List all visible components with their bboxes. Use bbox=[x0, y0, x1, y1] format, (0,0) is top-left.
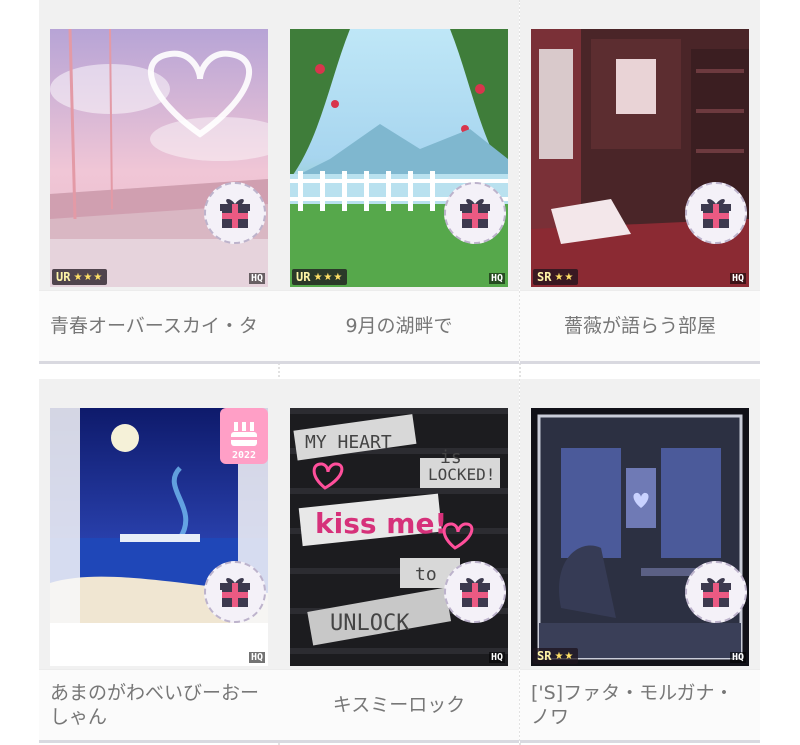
item-card[interactable]: UR ★★★ HQ 9月の湖畔で bbox=[279, 0, 519, 364]
item-thumbnail-frame: 2022 HQ bbox=[39, 379, 279, 669]
item-name: キスミーロック bbox=[279, 669, 519, 743]
item-thumbnail-frame: MY HEART is LOCKED! kiss me! to UNLOCK H… bbox=[279, 379, 519, 669]
heart-note-text: kiss me! bbox=[315, 507, 447, 540]
item-thumbnail: SR ★★ HQ bbox=[531, 29, 749, 287]
item-name: 青春オーバースカイ・タ bbox=[39, 290, 279, 364]
item-name: 薔薇が語らう部屋 bbox=[520, 290, 760, 364]
gift-icon[interactable] bbox=[685, 182, 747, 244]
hq-badge: HQ bbox=[729, 273, 746, 284]
item-card[interactable]: MY HEART is LOCKED! kiss me! to UNLOCK H… bbox=[279, 379, 519, 743]
heart-note-text: UNLOCK bbox=[330, 611, 410, 636]
rarity-badge: UR ★★★ bbox=[292, 269, 348, 285]
item-name: あまのがわべいびーおーしゃん bbox=[39, 669, 279, 743]
gift-icon[interactable] bbox=[204, 561, 266, 623]
item-thumbnail: UR ★★★ HQ bbox=[50, 29, 268, 287]
heart-note-text: LOCKED! bbox=[428, 465, 495, 484]
hq-badge: HQ bbox=[488, 652, 505, 663]
gift-icon[interactable] bbox=[204, 182, 266, 244]
item-card[interactable]: 2022 HQ あまのがわべいびーおーしゃん bbox=[39, 379, 279, 743]
event-2022-badge: 2022 bbox=[220, 408, 268, 464]
hq-badge: HQ bbox=[248, 273, 265, 284]
heart-note-text: MY HEART bbox=[305, 432, 392, 453]
item-thumbnail: UR ★★★ HQ bbox=[290, 29, 508, 287]
item-thumbnail: 2022 HQ bbox=[50, 408, 268, 666]
gift-icon[interactable] bbox=[685, 561, 747, 623]
item-card[interactable]: SR ★★ HQ ['S]ファタ・モルガナ・ノワ bbox=[520, 379, 760, 743]
hq-badge: HQ bbox=[248, 652, 265, 663]
rarity-badge: UR ★★★ bbox=[52, 269, 108, 285]
item-thumbnail-frame: SR ★★ HQ bbox=[520, 0, 760, 290]
item-thumbnail-frame: UR ★★★ HQ bbox=[39, 0, 279, 290]
gift-icon[interactable] bbox=[444, 561, 506, 623]
heart-note-text: to bbox=[415, 564, 437, 585]
rarity-badge: SR ★★ bbox=[533, 648, 579, 664]
item-thumbnail-frame: UR ★★★ HQ bbox=[279, 0, 519, 290]
item-thumbnail-frame: SR ★★ HQ bbox=[520, 379, 760, 669]
gift-icon[interactable] bbox=[444, 182, 506, 244]
item-name: ['S]ファタ・モルガナ・ノワ bbox=[520, 669, 760, 743]
item-thumbnail: MY HEART is LOCKED! kiss me! to UNLOCK H… bbox=[290, 408, 508, 666]
item-card[interactable]: UR ★★★ HQ 青春オーバースカイ・タ bbox=[39, 0, 279, 364]
item-card[interactable]: SR ★★ HQ 薔薇が語らう部屋 bbox=[520, 0, 760, 364]
hq-badge: HQ bbox=[488, 273, 505, 284]
item-name: 9月の湖畔で bbox=[279, 290, 519, 364]
hq-badge: HQ bbox=[729, 652, 746, 663]
rarity-badge: SR ★★ bbox=[533, 269, 579, 285]
item-thumbnail: SR ★★ HQ bbox=[531, 408, 749, 666]
